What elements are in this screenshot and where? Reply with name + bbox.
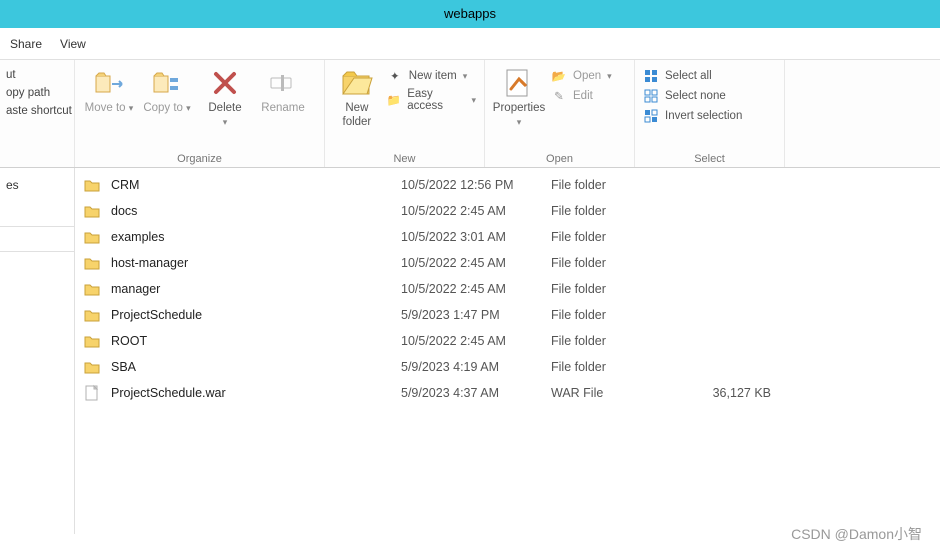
file-name: manager <box>111 282 401 296</box>
table-row[interactable]: CRM10/5/2022 12:56 PMFile folder <box>75 172 940 198</box>
file-name: ProjectSchedule.war <box>111 386 401 400</box>
folder-icon <box>83 306 101 324</box>
file-date: 10/5/2022 3:01 AM <box>401 230 551 244</box>
file-date: 10/5/2022 12:56 PM <box>401 178 551 192</box>
file-type: File folder <box>551 178 681 192</box>
file-name: CRM <box>111 178 401 192</box>
new-folder-icon <box>340 66 374 100</box>
nav-item[interactable]: es <box>0 174 74 196</box>
open-button[interactable]: 📂Open ▾ <box>551 68 612 84</box>
file-name: ProjectSchedule <box>111 308 401 322</box>
folder-icon <box>83 228 101 246</box>
easy-access-icon: 📁 <box>387 92 401 108</box>
file-date: 10/5/2022 2:45 AM <box>401 204 551 218</box>
table-row[interactable]: ProjectSchedule.war5/9/2023 4:37 AMWAR F… <box>75 380 940 406</box>
new-item-icon: ✦ <box>387 68 403 84</box>
properties-button[interactable]: Properties▾ <box>493 64 545 130</box>
select-all-icon <box>643 68 659 84</box>
easy-access-button[interactable]: 📁Easy access ▾ <box>387 88 476 112</box>
paste-shortcut-button[interactable]: aste shortcut <box>0 102 74 120</box>
file-date: 5/9/2023 1:47 PM <box>401 308 551 322</box>
file-type: WAR File <box>551 386 681 400</box>
folder-icon <box>83 332 101 350</box>
folder-icon <box>83 202 101 220</box>
table-row[interactable]: SBA5/9/2023 4:19 AMFile folder <box>75 354 940 380</box>
new-group-label: New <box>325 153 484 167</box>
file-type: File folder <box>551 204 681 218</box>
delete-icon <box>208 66 242 100</box>
folder-icon <box>83 176 101 194</box>
edit-icon: ✎ <box>551 88 567 104</box>
nav-pane: es <box>0 168 75 534</box>
file-name: ROOT <box>111 334 401 348</box>
properties-icon <box>502 66 536 100</box>
file-type: File folder <box>551 334 681 348</box>
tab-share[interactable]: Share <box>10 37 42 51</box>
folder-icon <box>83 280 101 298</box>
organize-group-label: Organize <box>75 153 324 167</box>
copy-path-button[interactable]: opy path <box>0 84 74 102</box>
tab-bar: Share View <box>0 28 940 60</box>
open-group-label: Open <box>485 153 634 167</box>
file-date: 10/5/2022 2:45 AM <box>401 256 551 270</box>
copy-to-icon <box>150 66 184 100</box>
select-none-button[interactable]: Select none <box>643 88 742 104</box>
file-type: File folder <box>551 282 681 296</box>
file-name: SBA <box>111 360 401 374</box>
file-name: host-manager <box>111 256 401 270</box>
file-date: 5/9/2023 4:19 AM <box>401 360 551 374</box>
file-type: File folder <box>551 360 681 374</box>
select-group-label: Select <box>635 153 784 167</box>
table-row[interactable]: host-manager10/5/2022 2:45 AMFile folder <box>75 250 940 276</box>
tab-view[interactable]: View <box>60 37 86 51</box>
file-name: docs <box>111 204 401 218</box>
file-date: 10/5/2022 2:45 AM <box>401 334 551 348</box>
copy-to-button[interactable]: Copy to ▾ <box>141 64 193 116</box>
table-row[interactable]: docs10/5/2022 2:45 AMFile folder <box>75 198 940 224</box>
file-name: examples <box>111 230 401 244</box>
file-size: 36,127 KB <box>681 386 771 400</box>
new-item-button[interactable]: ✦New item ▾ <box>387 68 476 84</box>
table-row[interactable]: ROOT10/5/2022 2:45 AMFile folder <box>75 328 940 354</box>
open-icon: 📂 <box>551 68 567 84</box>
file-icon <box>83 384 101 402</box>
file-list[interactable]: CRM10/5/2022 12:56 PMFile folderdocs10/5… <box>75 168 940 534</box>
ribbon-clipboard-partial: ut opy path aste shortcut <box>0 60 75 167</box>
window-title: webapps <box>0 0 940 28</box>
ribbon: ut opy path aste shortcut Move to ▾ Copy… <box>0 60 940 168</box>
invert-selection-button[interactable]: Invert selection <box>643 108 742 124</box>
delete-button[interactable]: Delete▾ <box>199 64 251 130</box>
folder-icon <box>83 358 101 376</box>
rename-icon <box>266 66 300 100</box>
invert-selection-icon <box>643 108 659 124</box>
edit-button[interactable]: ✎Edit <box>551 88 612 104</box>
select-none-icon <box>643 88 659 104</box>
file-type: File folder <box>551 230 681 244</box>
table-row[interactable]: ProjectSchedule5/9/2023 1:47 PMFile fold… <box>75 302 940 328</box>
rename-button[interactable]: Rename <box>257 64 309 116</box>
move-to-icon <box>92 66 126 100</box>
new-folder-button[interactable]: New folder <box>333 64 381 130</box>
file-type: File folder <box>551 308 681 322</box>
table-row[interactable]: manager10/5/2022 2:45 AMFile folder <box>75 276 940 302</box>
table-row[interactable]: examples10/5/2022 3:01 AMFile folder <box>75 224 940 250</box>
file-date: 10/5/2022 2:45 AM <box>401 282 551 296</box>
watermark: CSDN @Damon小智 <box>791 524 922 544</box>
select-all-button[interactable]: Select all <box>643 68 742 84</box>
file-type: File folder <box>551 256 681 270</box>
folder-icon <box>83 254 101 272</box>
cut-button[interactable]: ut <box>0 66 74 84</box>
move-to-button[interactable]: Move to ▾ <box>83 64 135 116</box>
file-date: 5/9/2023 4:37 AM <box>401 386 551 400</box>
